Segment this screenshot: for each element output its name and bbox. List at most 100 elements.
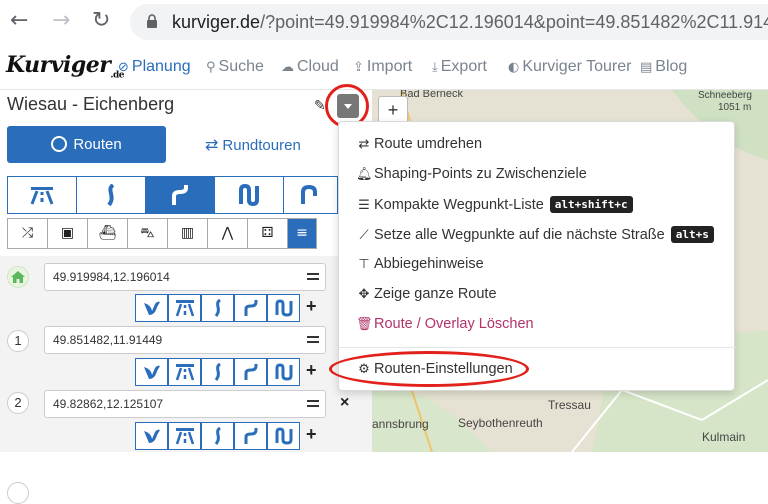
map-label: annsbrung: [372, 417, 429, 431]
menu-route-loeschen[interactable]: 🗑︎Route / Overlay Löschen: [356, 316, 534, 332]
highway-icon: [175, 300, 194, 317]
add-waypoint-button[interactable]: +: [306, 296, 317, 317]
menu-label: Setze alle Wegpunkte auf die nächste Str…: [374, 227, 665, 243]
more-option[interactable]: ≡: [287, 218, 317, 249]
signpost-icon: ⊤: [358, 257, 370, 272]
waypoint-input[interactable]: 49.82862,12.125107: [44, 390, 326, 418]
segment-curvy[interactable]: [201, 422, 234, 450]
address-bar[interactable]: kurviger.de/?point=49.919984%2C12.196014…: [130, 4, 768, 40]
map-label: Schneeberg: [698, 90, 752, 101]
pencil-icon[interactable]: ✎: [314, 98, 326, 114]
highlight-circle: [329, 351, 529, 387]
segment-bird[interactable]: [135, 358, 168, 386]
menu-route-umdrehen[interactable]: ⇄ Route umdrehen: [356, 136, 482, 152]
toll-option[interactable]: ▣: [47, 218, 88, 249]
back-icon[interactable]: ←: [10, 8, 28, 33]
curvier-road-icon: [244, 364, 257, 380]
segment-curviest[interactable]: [267, 358, 300, 386]
profile-more[interactable]: [283, 176, 338, 214]
ferry-option[interactable]: ⛴: [87, 218, 128, 249]
bird-icon: [143, 429, 160, 443]
dice-icon: ⚃: [261, 225, 274, 241]
routen-button[interactable]: Routen: [7, 126, 166, 163]
curvier-road-icon: [244, 300, 257, 316]
routen-label: Routen: [73, 136, 122, 153]
segment-bird[interactable]: [135, 294, 168, 322]
kurviger-logo[interactable]: Kurviger.de: [6, 52, 124, 80]
drag-handle-icon[interactable]: [307, 273, 319, 280]
nav-suche[interactable]: ⚲ Suche: [206, 58, 264, 76]
segment-curvier[interactable]: [234, 294, 267, 322]
segment-curvier[interactable]: [234, 422, 267, 450]
drag-handle-icon[interactable]: [307, 336, 319, 343]
swap-icon: ⇄: [358, 137, 370, 152]
waypoint-value: 49.919984,12.196014: [53, 270, 170, 284]
segment-curvy[interactable]: [201, 294, 234, 322]
map-label: Seybothenreuth: [458, 416, 543, 430]
profile-curviest[interactable]: [214, 176, 284, 214]
waypoint-input[interactable]: 49.919984,12.196014: [44, 263, 326, 291]
car-option[interactable]: ⛍: [127, 218, 168, 249]
segment-curvy[interactable]: [201, 358, 234, 386]
nav-kurviger-tourer[interactable]: ◐ Kurviger Tourer: [508, 58, 631, 76]
profile-fastest[interactable]: [7, 176, 77, 214]
tunnel-option[interactable]: ▥: [167, 218, 208, 249]
forward-icon[interactable]: →: [52, 8, 70, 33]
compass-icon: ⊘: [118, 60, 129, 75]
waypoint-number: [7, 482, 29, 504]
add-waypoint-button[interactable]: +: [306, 424, 317, 445]
nav-export[interactable]: ⤓ Export: [432, 58, 487, 76]
menu-zeige-route[interactable]: ✥ Zeige ganze Route: [356, 286, 497, 302]
segment-highway[interactable]: [168, 358, 201, 386]
waypoint-input[interactable]: 49.851482,11.91449: [44, 326, 326, 354]
menu-abbiegehinweise[interactable]: ⊤ Abbiegehinweise: [356, 256, 483, 272]
curviest-road-icon: [275, 427, 292, 445]
profile-curvy[interactable]: [76, 176, 146, 214]
menu-snap-to-road[interactable]: ⟋ Setze alle Wegpunkte auf die nächste St…: [356, 226, 714, 243]
car-icon: ⛍: [140, 225, 155, 241]
url-text: kurviger.de/?point=49.919984%2C12.196014…: [172, 12, 768, 33]
segment-highway[interactable]: [168, 422, 201, 450]
segment-highway[interactable]: [168, 294, 201, 322]
profile-curvier[interactable]: [145, 176, 215, 214]
unpaved-option[interactable]: ⚃: [247, 218, 288, 249]
shortcut-badge: alt+shift+c: [549, 196, 633, 213]
tourer-icon: ◐: [508, 60, 520, 75]
menu-label: Kompakte Wegpunkt-Liste: [374, 197, 544, 213]
menu-label: Zeige ganze Route: [374, 286, 497, 302]
nav-cloud[interactable]: ☁ Cloud: [281, 58, 339, 76]
segment-curvier[interactable]: [234, 358, 267, 386]
route-title[interactable]: Wiesau - Eichenberg: [7, 94, 174, 115]
nav-import[interactable]: ⇪ Import: [353, 58, 412, 76]
reload-icon[interactable]: ↻: [92, 8, 110, 33]
nav-planung[interactable]: ⊘ Planung: [118, 58, 191, 76]
url-host: kurviger.de: [172, 12, 261, 32]
browser-toolbar: ← → ↻ kurviger.de/?point=49.919984%2C12.…: [0, 0, 768, 44]
waypoint-value: 49.851482,11.91449: [53, 333, 163, 347]
highway-icon: [175, 428, 194, 445]
drag-handle-icon[interactable]: [307, 400, 319, 407]
shortcut-badge: alt+s: [670, 226, 714, 243]
menu-shaping-points[interactable]: 🔔︎Shaping-Points zu Zwischenziele: [356, 166, 587, 182]
add-waypoint-button[interactable]: +: [306, 360, 317, 381]
zoom-in-button[interactable]: +: [378, 96, 408, 124]
segment-profile-row: [135, 358, 300, 386]
curvy-road-icon: [214, 427, 221, 445]
segment-profile-row: [135, 294, 300, 322]
nav-blog[interactable]: ▤ Blog: [640, 58, 687, 76]
profile-selector: [7, 176, 338, 214]
remove-waypoint-button[interactable]: ×: [340, 394, 349, 412]
segment-profile-row: [135, 422, 300, 450]
segment-curviest[interactable]: [267, 422, 300, 450]
curviest-road-icon: [275, 363, 292, 381]
menu-kompakte-liste[interactable]: ☰ Kompakte Wegpunkt-Liste alt+shift+c: [356, 196, 633, 213]
rundtouren-button[interactable]: ⇄ Rundtouren: [205, 126, 301, 163]
menu-label: Shaping-Points zu Zwischenziele: [374, 166, 587, 182]
road-option[interactable]: ⋀: [207, 218, 248, 249]
shuffle-icon: ⤮: [21, 225, 34, 241]
lock-icon: [147, 14, 157, 28]
shuffle-option[interactable]: ⤮: [7, 218, 48, 249]
waypoint-value: 49.82862,12.125107: [53, 397, 164, 411]
segment-bird[interactable]: [135, 422, 168, 450]
segment-curviest[interactable]: [267, 294, 300, 322]
